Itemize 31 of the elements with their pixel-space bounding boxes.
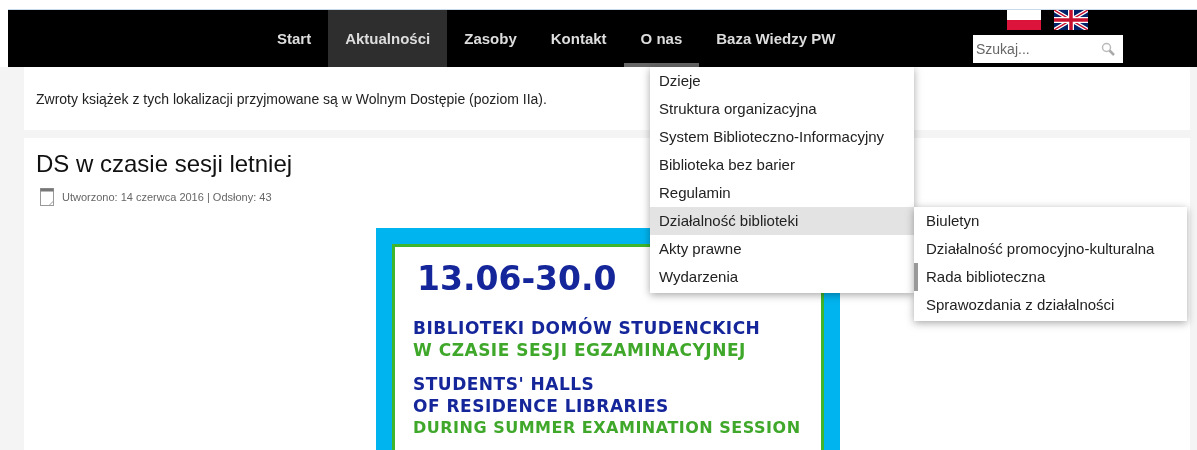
nav-link[interactable]: Zasoby xyxy=(447,10,534,67)
uk-flag-icon[interactable] xyxy=(1054,10,1088,30)
submenu-item[interactable]: Sprawozdania z działalności xyxy=(914,291,1187,319)
nav-link[interactable]: Aktualności xyxy=(328,10,448,67)
search-field[interactable]: Szukaj... xyxy=(973,35,1123,63)
submenu-item[interactable]: Biuletyn xyxy=(914,207,1187,235)
poster-text: STUDENTS' HALLS xyxy=(413,373,596,395)
nav-link[interactable]: Baza Wiedzy PW xyxy=(699,10,853,67)
calendar-icon xyxy=(40,188,54,206)
menu-item[interactable]: Struktura organizacyjna xyxy=(650,95,914,123)
menu-item[interactable]: Akty prawne xyxy=(650,235,914,263)
menu-item[interactable]: Wydarzenia xyxy=(650,263,914,291)
poster-text: DURING SUMMER EXAMINATION SESSION xyxy=(413,417,802,439)
menu-item[interactable]: Regulamin xyxy=(650,179,914,207)
nav-link[interactable]: Start xyxy=(260,10,329,67)
menu-item[interactable]: Dzieje xyxy=(650,67,914,95)
poster-text: BIBLIOTEKI DOMÓW STUDENCKICH xyxy=(413,317,762,339)
menu-item[interactable]: Biblioteka bez barier xyxy=(650,151,914,179)
menu-item[interactable]: System Biblioteczno-Informacyjny xyxy=(650,123,914,151)
submenu-item[interactable]: Rada biblioteczna xyxy=(914,263,1187,291)
poster-text: OF RESIDENCE LIBRARIES xyxy=(413,395,670,417)
nav-link[interactable]: Kontakt xyxy=(533,10,624,67)
notice-text: Zwroty książek z tych lokalizacji przyjmowane są w Wolnym Dostępie (poziom IIa). xyxy=(36,90,547,107)
menu-item[interactable]: Działalność biblioteki xyxy=(650,207,914,235)
poster-date: 13.06-30.0 xyxy=(417,259,617,299)
nav-link[interactable]: O nas xyxy=(623,10,700,67)
polish-flag-icon[interactable] xyxy=(1007,10,1041,30)
article-title: DS w czasie sesji letniej xyxy=(36,150,293,178)
poster-text: W CZASIE SESJI EGZAMINACYJNEJ xyxy=(413,339,747,361)
article-meta: Utworzono: 14 czerwca 2016 | Odsłony: 43 xyxy=(62,191,272,203)
submenu-item[interactable]: Działalność promocyjno-kulturalna xyxy=(914,235,1187,263)
